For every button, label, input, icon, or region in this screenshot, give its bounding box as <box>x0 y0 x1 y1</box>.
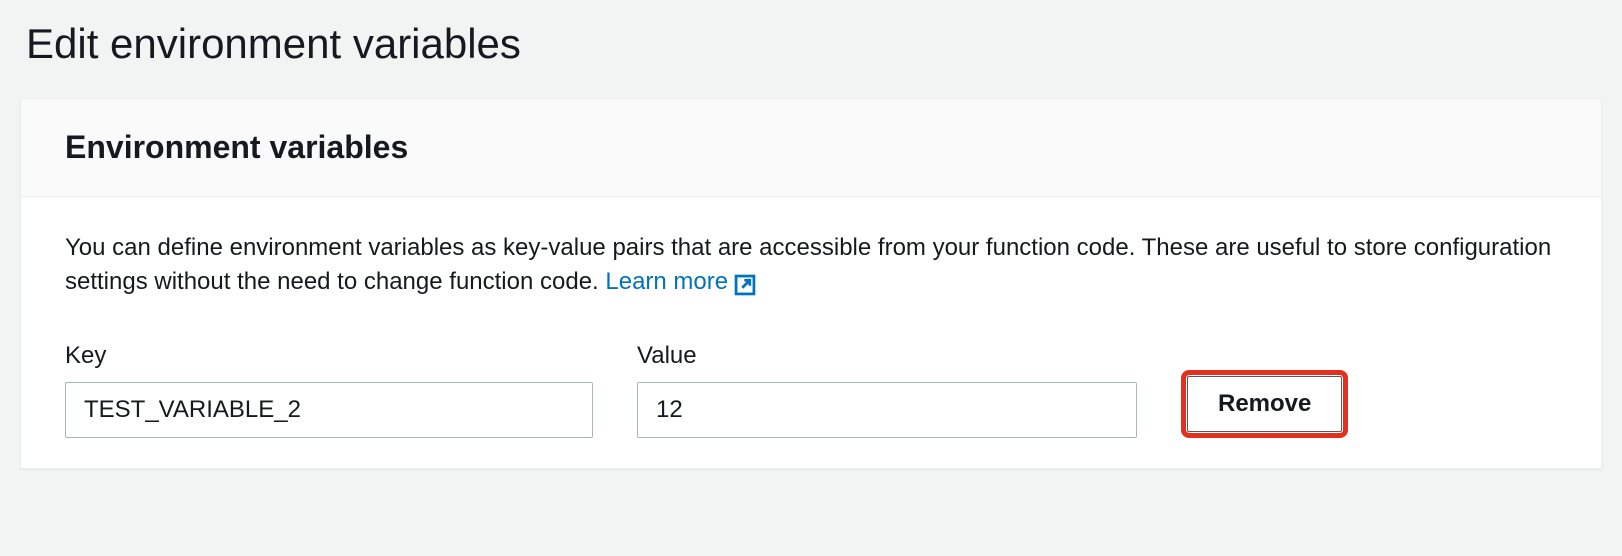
remove-button-wrap: Remove <box>1181 370 1348 438</box>
learn-more-link[interactable]: Learn more <box>605 265 756 299</box>
value-label: Value <box>637 342 1137 370</box>
panel-header: Environment variables <box>21 99 1601 197</box>
learn-more-label: Learn more <box>605 265 728 299</box>
value-field: Value <box>637 342 1137 438</box>
env-vars-panel: Environment variables You can define env… <box>20 98 1602 469</box>
description-text: You can define environment variables as … <box>65 234 1551 295</box>
page-title: Edit environment variables <box>0 0 1622 98</box>
key-input[interactable] <box>65 382 593 438</box>
key-field: Key <box>65 342 593 438</box>
key-label: Key <box>65 342 593 370</box>
panel-body: You can define environment variables as … <box>21 197 1601 468</box>
remove-button[interactable]: Remove <box>1187 376 1342 432</box>
env-var-row: Key Value Remove <box>65 342 1557 438</box>
external-link-icon <box>734 272 756 294</box>
panel-heading: Environment variables <box>65 129 1557 166</box>
panel-description: You can define environment variables as … <box>65 231 1557 298</box>
value-input[interactable] <box>637 382 1137 438</box>
